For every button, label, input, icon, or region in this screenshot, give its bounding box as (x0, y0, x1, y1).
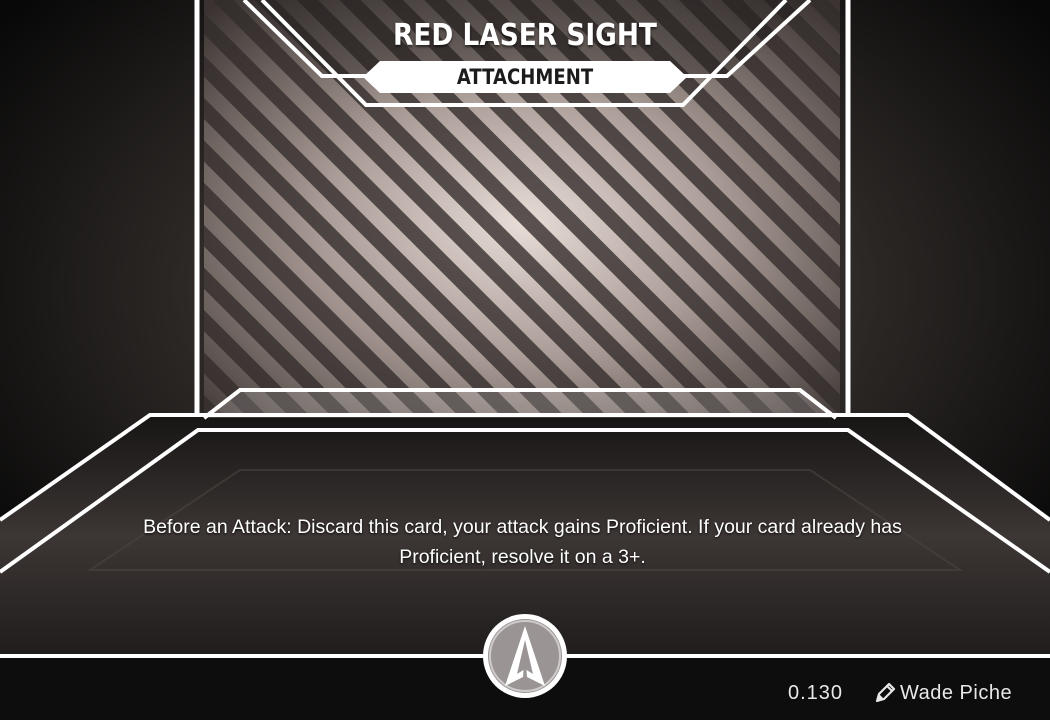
card-title: RED LASER SIGHT (393, 18, 657, 53)
card-type: ATTACHMENT (456, 65, 594, 89)
arrowhead-faction-icon (483, 614, 567, 698)
rules-text: Before an Attack: Discard this card, you… (143, 516, 902, 568)
artist-credit: Wade Piche (872, 678, 1012, 708)
artist-name: Wade Piche (900, 681, 1013, 704)
card-frame (0, 0, 1050, 720)
pencil-icon (875, 682, 896, 703)
card-number: 0.130 (788, 682, 844, 704)
